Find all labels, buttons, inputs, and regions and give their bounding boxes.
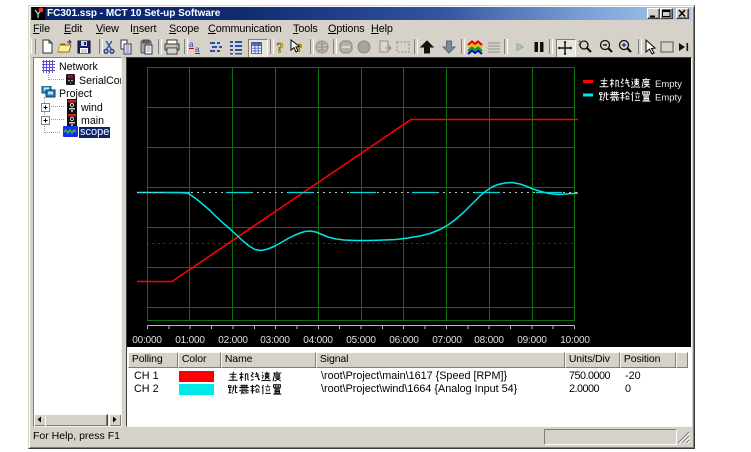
- svg-text:05:000: 05:000: [346, 335, 376, 346]
- svg-text:Empty: Empty: [655, 79, 682, 90]
- svg-text:04:000: 04:000: [303, 335, 333, 346]
- svg-text:10:000: 10:000: [560, 335, 590, 346]
- svg-text:03:000: 03:000: [260, 335, 290, 346]
- svg-text:Empty: Empty: [655, 93, 682, 104]
- svg-text:?: ?: [276, 41, 284, 56]
- svg-text:08:000: 08:000: [474, 335, 504, 346]
- svg-text:a: a: [189, 40, 194, 49]
- svg-text:?: ?: [297, 41, 303, 55]
- svg-text:01:000: 01:000: [175, 335, 205, 346]
- svg-text:07:000: 07:000: [432, 335, 462, 346]
- svg-text:06:000: 06:000: [389, 335, 419, 346]
- svg-text:09:000: 09:000: [517, 335, 547, 346]
- svg-text:a: a: [195, 45, 200, 54]
- svg-text:02:000: 02:000: [218, 335, 248, 346]
- svg-text:00:000: 00:000: [132, 335, 162, 346]
